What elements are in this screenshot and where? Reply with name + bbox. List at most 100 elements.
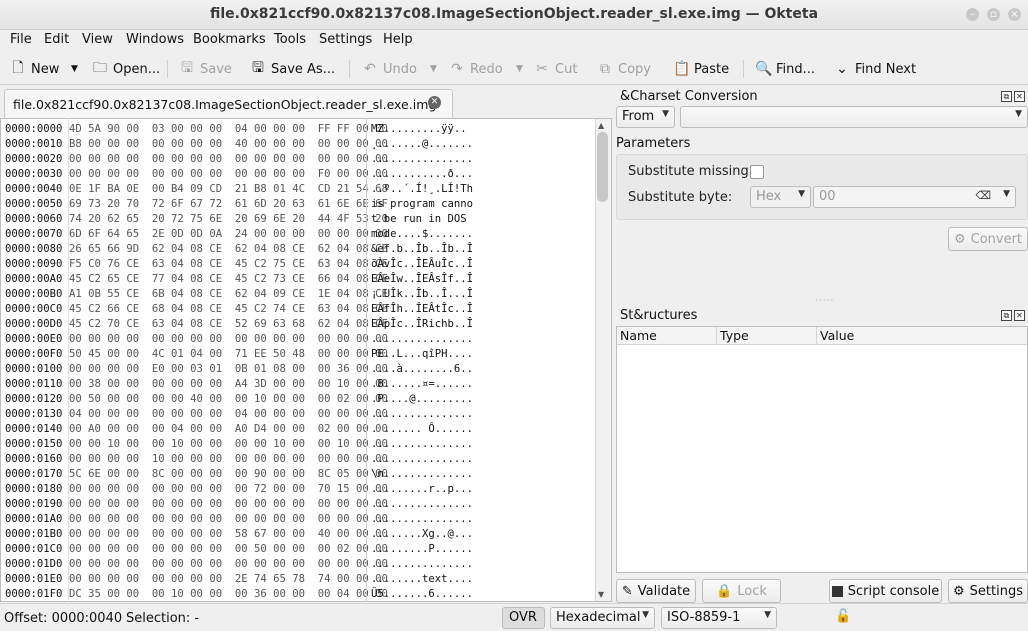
find-next-button[interactable]: ⌄ Find Next [834, 58, 916, 80]
direction-select[interactable]: From ▼ [616, 106, 675, 128]
save-button[interactable]: 🖫 Save [179, 58, 232, 80]
row-text-chars[interactable]: ................ [365, 512, 490, 527]
row-hex-bytes[interactable]: B8 00 00 00 00 00 00 00 40 00 00 00 00 0… [69, 137, 388, 152]
byte-format-select[interactable]: Hex ▼ [750, 186, 811, 208]
open-button[interactable]: 🗀 Open... [92, 58, 160, 80]
value-coding-select[interactable]: Hexadecimal ▼ [550, 607, 655, 629]
redo-dropdown-arrow[interactable]: ▼ [516, 58, 523, 80]
row-text-chars[interactable]: mode....$....... [365, 227, 490, 242]
convert-button[interactable]: ⚙ Convert [948, 227, 1028, 251]
column-header-type[interactable]: Type [717, 327, 817, 345]
row-hex-bytes[interactable]: 00 00 00 00 10 00 00 00 00 00 00 00 00 0… [69, 452, 388, 467]
row-text-chars[interactable]: ................ [365, 437, 490, 452]
lock-button[interactable]: 🔒 Lock [702, 579, 781, 603]
row-text-chars[interactable]: &ef.b..Îb..Îb..Î [365, 242, 490, 257]
row-text-chars[interactable]: EÂeÎw..ÎEÂsÎf..Î [365, 272, 490, 287]
row-hex-bytes[interactable]: 74 20 62 65 20 72 75 6E 20 69 6E 20 44 4… [69, 212, 388, 227]
row-hex-bytes[interactable]: 04 00 00 00 00 00 00 00 04 00 00 00 00 0… [69, 407, 388, 422]
row-hex-bytes[interactable]: 00 00 00 00 E0 00 03 01 0B 01 08 00 00 3… [69, 362, 388, 377]
undo-dropdown-arrow[interactable]: ▼ [430, 58, 437, 80]
row-hex-bytes[interactable]: 00 00 00 00 00 00 00 00 00 00 00 00 00 0… [69, 512, 388, 527]
cut-button[interactable]: ✂ Cut [534, 58, 577, 80]
row-text-chars[interactable]: ............ð... [365, 167, 490, 182]
row-hex-bytes[interactable]: 00 00 00 00 00 00 00 00 00 00 00 00 00 0… [69, 332, 388, 347]
row-hex-bytes[interactable]: 00 50 00 00 00 00 40 00 00 10 00 00 00 0… [69, 392, 388, 407]
row-hex-bytes[interactable]: 45 C2 66 CE 68 04 08 CE 45 C2 74 CE 63 0… [69, 302, 388, 317]
row-hex-bytes[interactable]: 00 00 00 00 00 00 00 00 00 72 00 00 70 1… [69, 482, 388, 497]
tab-document[interactable]: file.0x821ccf90.0x82137c08.ImageSectionO… [4, 89, 453, 118]
menu-help[interactable]: Help [383, 32, 413, 47]
maximize-button[interactable]: ▫ [987, 8, 1000, 21]
row-hex-bytes[interactable]: 26 65 66 9D 62 04 08 CE 62 04 08 CE 62 0… [69, 242, 388, 257]
copy-button[interactable]: ⧉ Copy [597, 58, 651, 80]
row-text-chars[interactable]: ........text.... [365, 572, 490, 587]
row-text-chars[interactable]: ................ [365, 332, 490, 347]
structures-settings-button[interactable]: ⚙ Settings [948, 579, 1028, 603]
close-panel-icon[interactable]: ✕ [1014, 310, 1025, 321]
row-hex-bytes[interactable]: 00 00 10 00 00 10 00 00 00 00 10 00 00 1… [69, 437, 388, 452]
validate-button[interactable]: ✎ Validate [616, 579, 696, 603]
row-text-chars[interactable]: ........Xg..@... [365, 527, 490, 542]
row-hex-bytes[interactable]: 00 00 00 00 00 00 00 00 00 50 00 00 00 0… [69, 542, 388, 557]
row-text-chars[interactable]: . ...... Ô...... [365, 422, 490, 437]
row-text-chars[interactable]: ................ [365, 407, 490, 422]
row-text-chars[interactable]: ..º..´.Í!¸.LÍ!Th [365, 182, 490, 197]
menu-settings[interactable]: Settings [319, 32, 372, 47]
row-hex-bytes[interactable]: 00 00 00 00 00 00 00 00 00 00 00 00 F0 0… [69, 167, 388, 182]
row-hex-bytes[interactable]: A1 0B 55 CE 6B 04 08 CE 62 04 09 CE 1E 0… [69, 287, 388, 302]
panel-splitter-handle[interactable]: ····· [815, 296, 834, 306]
scroll-up-icon[interactable]: ▲ [598, 121, 604, 130]
row-text-chars[interactable]: Ü5.......6...... [365, 587, 490, 601]
paste-button[interactable]: 📋 Paste [673, 58, 729, 80]
charset-select[interactable]: ▼ [680, 106, 1028, 128]
column-header-name[interactable]: Name [617, 327, 717, 345]
row-text-chars[interactable]: .........r..p... [365, 482, 490, 497]
row-text-chars[interactable]: \n.............. [365, 467, 490, 482]
row-hex-bytes[interactable]: 00 00 00 00 00 00 00 00 00 00 00 00 00 0… [69, 497, 388, 512]
lock-icon[interactable]: 🔓 [835, 609, 851, 624]
row-hex-bytes[interactable]: 6D 6F 64 65 2E 0D 0D 0A 24 00 00 00 00 0… [69, 227, 388, 242]
save-as-button[interactable]: 🖫 Save As... [250, 58, 335, 80]
float-panel-icon[interactable]: ⧉ [1001, 310, 1012, 321]
row-hex-bytes[interactable]: 0E 1F BA 0E 00 B4 09 CD 21 B8 01 4C CD 2… [69, 182, 388, 197]
menu-bookmarks[interactable]: Bookmarks [193, 32, 266, 47]
row-hex-bytes[interactable]: 00 00 00 00 00 00 00 00 00 00 00 00 00 0… [69, 152, 388, 167]
row-text-chars[interactable]: ¡.UÎk..Îb..Î...Î [365, 287, 490, 302]
substitute-byte-input[interactable]: 00 ⌫ ▼ [813, 186, 1016, 208]
row-hex-bytes[interactable]: 45 C2 70 CE 63 04 08 CE 52 69 63 68 62 0… [69, 317, 388, 332]
row-hex-bytes[interactable]: 00 00 00 00 00 00 00 00 2E 74 65 78 74 0… [69, 572, 388, 587]
row-text-chars[interactable]: ....à........6.. [365, 362, 490, 377]
close-panel-icon[interactable]: ✕ [1014, 91, 1025, 102]
row-hex-bytes[interactable]: 00 00 00 00 00 00 00 00 58 67 00 00 40 0… [69, 527, 388, 542]
row-text-chars[interactable]: PE..L...qîPH.... [365, 347, 490, 362]
row-text-chars[interactable]: ................ [365, 452, 490, 467]
row-hex-bytes[interactable]: 45 C2 65 CE 77 04 08 CE 45 C2 73 CE 66 0… [69, 272, 388, 287]
close-window-button[interactable]: × [1008, 8, 1021, 21]
menu-view[interactable]: View [82, 32, 113, 47]
menu-tools[interactable]: Tools [274, 32, 306, 47]
row-text-chars[interactable]: is program canno [365, 197, 490, 212]
row-text-chars[interactable]: ................ [365, 557, 490, 572]
column-header-value[interactable]: Value [817, 327, 1027, 345]
row-hex-bytes[interactable]: 5C 6E 00 00 8C 00 00 00 00 90 00 00 8C 0… [69, 467, 388, 482]
scroll-down-icon[interactable]: ▼ [598, 590, 604, 599]
float-panel-icon[interactable]: ⧉ [1001, 91, 1012, 102]
redo-button[interactable]: ↷ Redo [449, 58, 503, 80]
find-button[interactable]: 🔍 Find... [755, 58, 815, 80]
row-text-chars[interactable]: MZ.........ÿÿ.. [365, 122, 490, 137]
row-text-chars[interactable]: t be run in DOS [365, 212, 490, 227]
row-text-chars[interactable]: EÂfÎh..ÎEÂtÎc..Î [365, 302, 490, 317]
row-hex-bytes[interactable]: 00 00 00 00 00 00 00 00 00 00 00 00 00 0… [69, 557, 388, 572]
row-text-chars[interactable]: ¸.......@....... [365, 137, 490, 152]
hex-editor-view[interactable]: 0000:0000 4D 5A 90 00 03 00 00 00 04 00 0… [0, 118, 612, 602]
close-tab-icon[interactable]: ✕ [428, 96, 441, 109]
row-hex-bytes[interactable]: 4D 5A 90 00 03 00 00 00 04 00 00 00 FF F… [69, 122, 388, 137]
row-text-chars[interactable]: õÀvÎc..ÎEÂuÎc..Î [365, 257, 490, 272]
char-coding-select[interactable]: ISO-8859-1 ▼ [661, 607, 777, 629]
row-text-chars[interactable]: .P....@......... [365, 392, 490, 407]
minimize-button[interactable]: – [966, 8, 979, 21]
scrollbar-thumb[interactable] [597, 132, 608, 202]
row-text-chars[interactable]: EÂpÎc..ÎRichb..Î [365, 317, 490, 332]
menu-file[interactable]: File [10, 32, 32, 47]
script-console-button[interactable]: Script console [829, 579, 942, 603]
